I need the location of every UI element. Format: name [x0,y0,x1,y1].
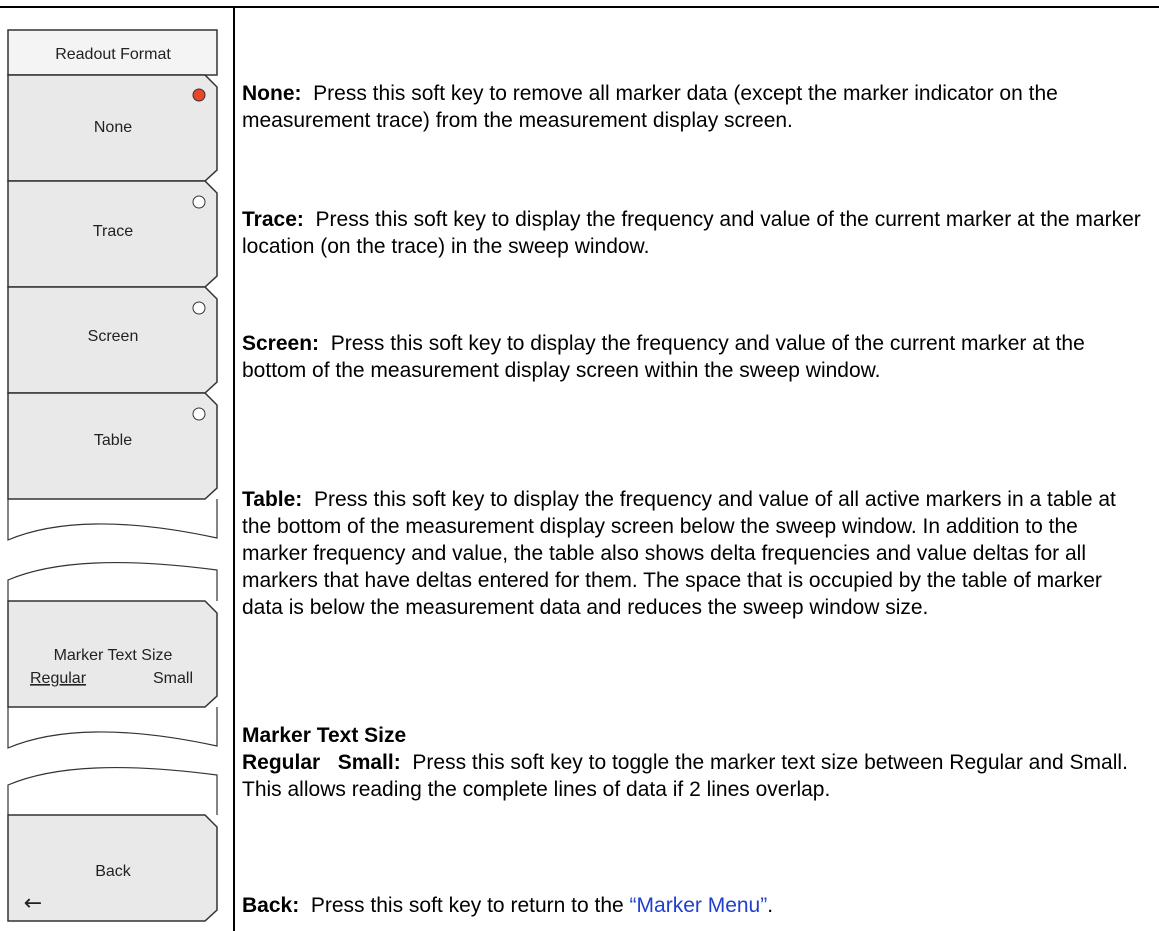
soft-key-back-label: Back [95,863,132,880]
soft-key-none-label: None [94,119,132,136]
trace-text: Press this soft key to display the frequ… [242,208,1141,258]
text-size-description: Marker Text Size Regular Small: Press th… [242,722,1147,803]
radio-icon [192,301,206,315]
table-text: Press this soft key to display the frequ… [242,488,1116,619]
back-text: Press this soft key to return to the [310,894,624,917]
soft-key-marker-text-size-label: Marker Text Size [54,647,173,664]
menu-title: Readout Format [55,46,171,63]
soft-key-menu: Readout Format None Trace Screen Table M… [7,29,218,922]
soft-key-trace[interactable]: Trace [7,180,218,288]
trace-term: Trace: [242,208,304,231]
back-end: . [767,894,774,917]
soft-key-table-label: Table [94,432,132,449]
none-text: Press this soft key to remove all marker… [242,82,1058,132]
text-size-heading: Marker Text Size [242,724,407,747]
text-size-option-regular: Regular [30,670,87,687]
none-description: None: Press this soft key to remove all … [242,80,1147,134]
soft-key-marker-text-size[interactable]: Marker Text Size Regular Small [7,600,218,708]
soft-key-screen[interactable]: Screen [7,286,218,394]
soft-key-none[interactable]: None [7,74,218,182]
text-size-option-small: Small [153,670,193,687]
screen-description: Screen: Press this soft key to display t… [242,330,1147,384]
soft-key-back[interactable]: Back ← [7,814,218,922]
none-term: None: [242,82,302,105]
table-term: Table: [242,488,303,511]
soft-key-screen-label: Screen [88,328,139,345]
soft-key-table[interactable]: Table [7,392,218,500]
soft-key-trace-label: Trace [93,223,133,240]
selected-radio-icon [192,88,206,102]
screen-term: Screen: [242,332,320,355]
trace-description: Trace: Press this soft key to display th… [242,206,1147,260]
back-description: Back: Press this soft key to return to t… [242,892,1147,919]
marker-menu-link[interactable]: “Marker Menu” [630,894,768,917]
text-size-term: Regular Small: [242,751,401,774]
back-term: Back: [242,894,300,917]
menu-break [7,499,218,601]
screen-text: Press this soft key to display the frequ… [242,332,1085,382]
table-description: Table: Press this soft key to display th… [242,486,1147,621]
radio-icon [192,407,206,421]
menu-break [7,707,218,815]
back-arrow-icon: ← [24,891,42,916]
radio-icon [192,195,206,209]
